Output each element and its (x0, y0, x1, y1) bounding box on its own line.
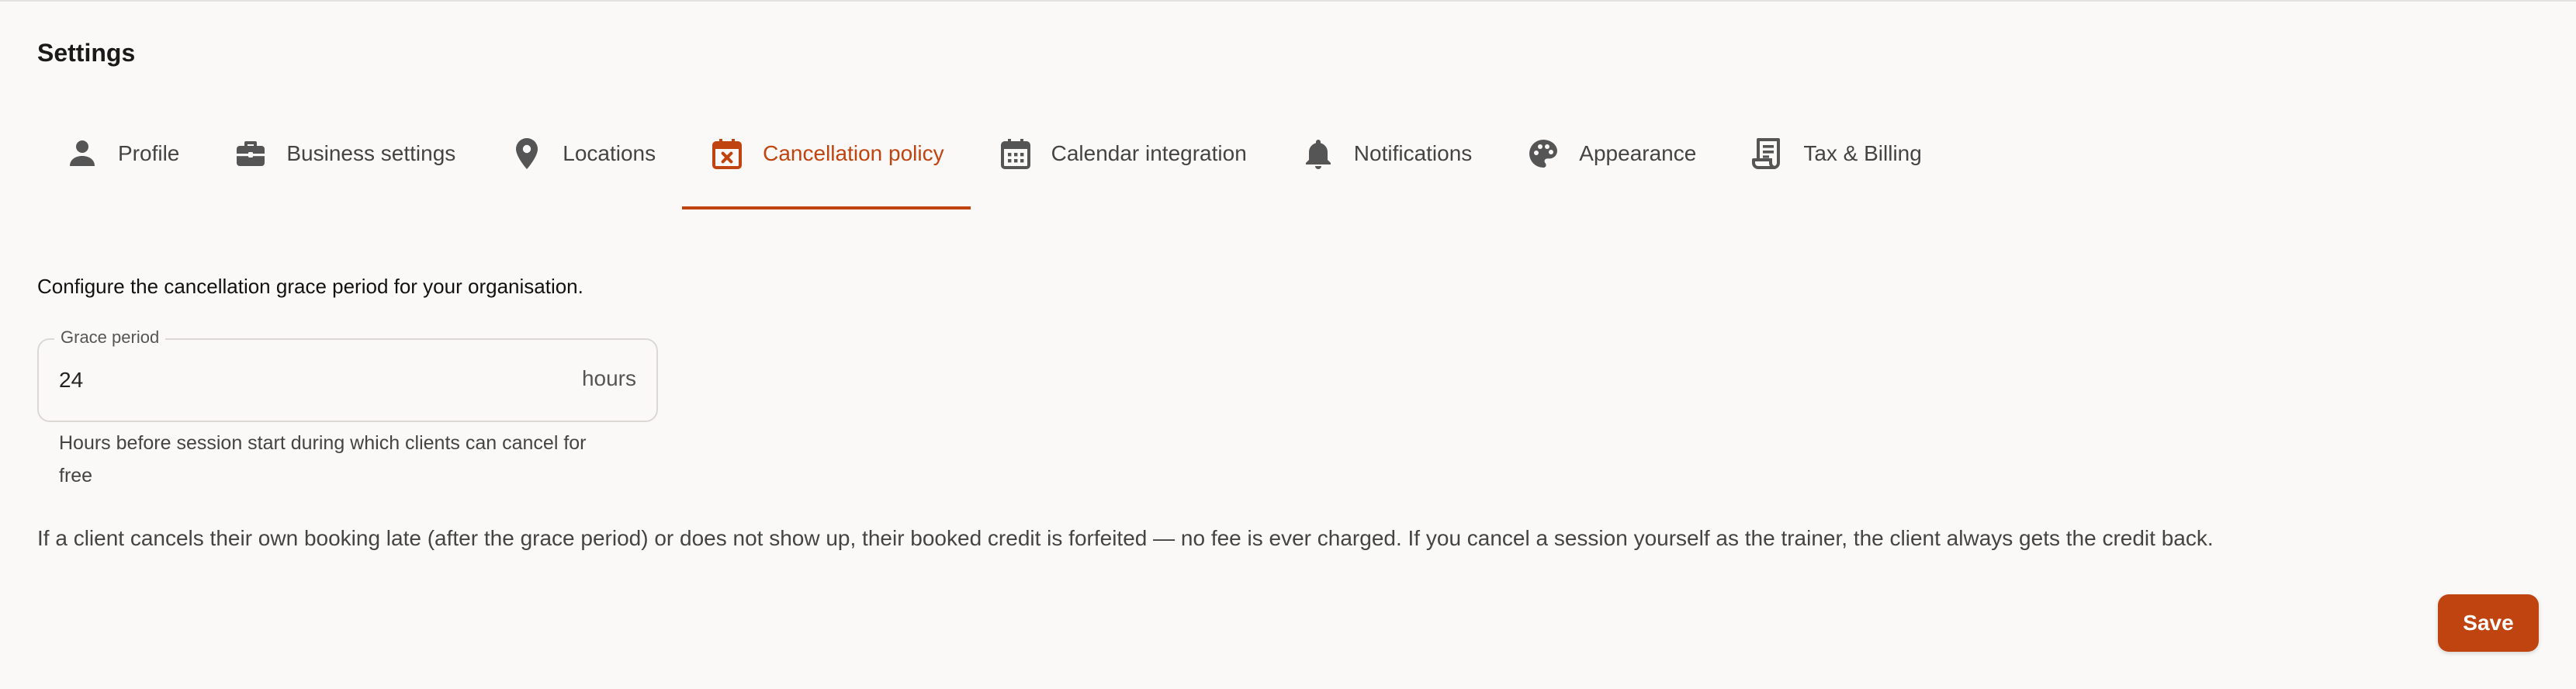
settings-page: Settings Profile Business settings Locat… (0, 0, 2576, 689)
tab-appearance[interactable]: Appearance (1498, 126, 1723, 182)
save-button[interactable]: Save (2438, 594, 2539, 652)
grace-period-field: Grace period hours (37, 327, 658, 422)
tab-label: Appearance (1579, 141, 1697, 165)
tab-label: Business settings (286, 141, 456, 165)
grace-period-unit: hours (581, 366, 636, 390)
calendar-icon (997, 135, 1034, 172)
calendar-cancel-icon (708, 135, 746, 172)
tab-label: Profile (118, 141, 180, 165)
tab-label: Notifications (1353, 141, 1473, 165)
tab-label: Cancellation policy (763, 141, 944, 165)
tab-calendar-integration[interactable]: Calendar integration (971, 126, 1273, 182)
grace-period-helper-text: Hours before session start during which … (59, 432, 587, 486)
tab-profile[interactable]: Profile (37, 126, 206, 182)
tab-label: Tax & Billing (1803, 141, 1922, 165)
location-pin-icon (508, 135, 545, 172)
tab-tax-billing[interactable]: Tax & Billing (1723, 126, 1948, 182)
tab-locations[interactable]: Locations (482, 126, 682, 182)
policy-note: If a client cancels their own booking la… (37, 526, 2214, 550)
briefcase-icon (232, 135, 269, 172)
bell-icon (1300, 135, 1337, 172)
tab-label: Locations (563, 141, 656, 165)
tab-notifications[interactable]: Notifications (1273, 126, 1499, 182)
settings-tabs: Profile Business settings Locations Canc… (37, 126, 1948, 209)
page-title: Settings (37, 39, 136, 67)
palette-icon (1525, 135, 1562, 172)
cancellation-intro: Configure the cancellation grace period … (37, 275, 583, 298)
person-icon (64, 135, 101, 172)
tab-label: Calendar integration (1051, 141, 1247, 165)
receipt-icon (1749, 135, 1786, 172)
tab-business-settings[interactable]: Business settings (206, 126, 482, 182)
grace-period-input[interactable] (59, 340, 525, 421)
tab-cancellation-policy[interactable]: Cancellation policy (682, 126, 971, 209)
